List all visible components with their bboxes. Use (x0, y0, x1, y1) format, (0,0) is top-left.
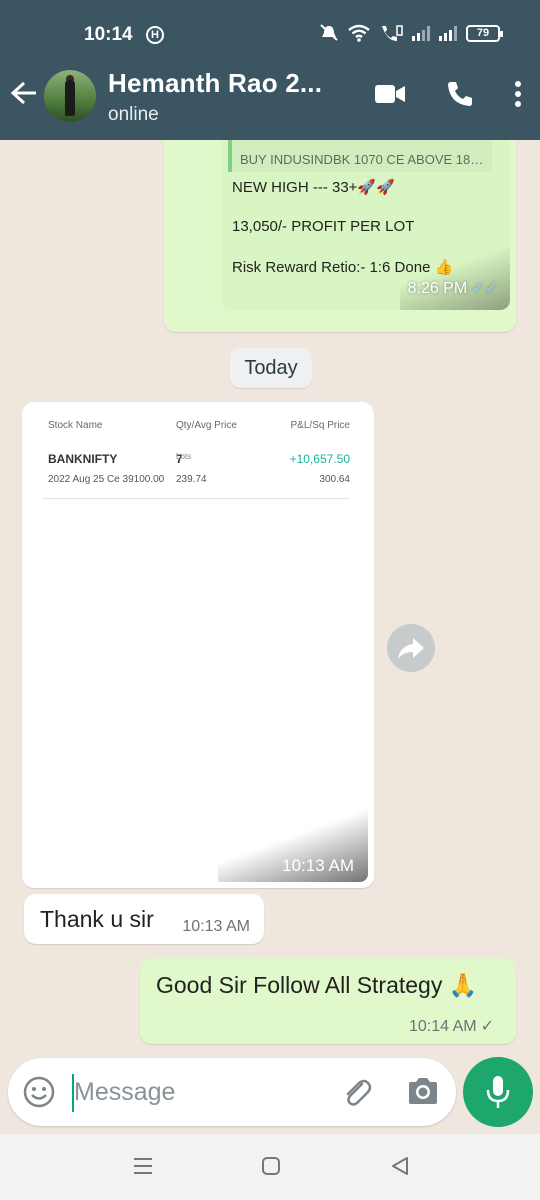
chat-area[interactable]: STOCK OPTION CALL BUY INDUSINDBK 1070 CE… (0, 140, 540, 1055)
voice-record-button[interactable] (463, 1057, 533, 1127)
message-line: NEW HIGH --- 33+🚀🚀 (232, 179, 395, 196)
status-icons: 79 (319, 24, 503, 42)
more-options-icon[interactable] (514, 81, 522, 107)
recent-apps-icon[interactable] (132, 1156, 154, 1181)
mute-icon (320, 24, 338, 41)
home-icon[interactable] (261, 1156, 281, 1181)
forward-button[interactable] (387, 624, 435, 672)
message-line: 13,050/- PROFIT PER LOT (232, 218, 415, 235)
status-time: 10:14 (84, 24, 133, 45)
message-text: Thank u sir (40, 906, 154, 932)
image-message-bubble[interactable]: Stock Name Qty/Avg Price P&L/Sq Price BA… (22, 402, 374, 888)
message-time: 8:26 PM ✓✓ (407, 280, 498, 297)
back-arrow-icon[interactable] (10, 80, 38, 112)
top-bar: 10:14 H 79 Hemanth Rao 2... online (0, 0, 540, 140)
system-navigation-bar (0, 1134, 540, 1200)
signal-icon (412, 25, 430, 41)
contact-status: online (108, 104, 159, 125)
voice-call-icon[interactable] (446, 80, 474, 108)
hd-icon: H (146, 26, 164, 44)
incoming-message-bubble[interactable]: Thank u sir 10:13 AM (24, 894, 264, 944)
microphone-icon (486, 1076, 510, 1108)
previous-message-bubble[interactable]: STOCK OPTION CALL BUY INDUSINDBK 1070 CE… (164, 140, 516, 332)
chat-header: Hemanth Rao 2... online (0, 62, 540, 132)
single-tick-icon: ✓ (480, 1018, 494, 1035)
video-call-icon[interactable] (374, 83, 406, 105)
message-input[interactable] (74, 1072, 324, 1112)
wifi-icon (348, 24, 370, 42)
emoji-icon[interactable] (22, 1075, 56, 1114)
message-time: 10:14 AM ✓ (408, 1018, 494, 1035)
quoted-reply[interactable]: STOCK OPTION CALL BUY INDUSINDBK 1070 CE… (228, 140, 492, 172)
message-time: 10:13 AM (282, 856, 354, 875)
double-tick-icon: ✓✓ (471, 280, 498, 297)
call-volte-icon (382, 25, 403, 41)
outgoing-message-bubble[interactable]: Good Sir Follow All Strategy 🙏 10:14 AM ✓ (140, 958, 516, 1044)
camera-icon[interactable] (406, 1076, 440, 1111)
message-time: 10:13 AM (182, 918, 250, 935)
contact-name[interactable]: Hemanth Rao 2... (108, 68, 322, 99)
attach-icon[interactable] (340, 1076, 374, 1115)
battery-icon: 79 (466, 24, 503, 42)
image-attachment[interactable]: Stock Name Qty/Avg Price P&L/Sq Price BA… (28, 408, 368, 882)
date-divider: Today (230, 348, 312, 388)
avatar[interactable] (44, 70, 96, 122)
forward-icon (398, 638, 424, 659)
signal-icon (439, 25, 457, 41)
status-bar: 10:14 H 79 (0, 22, 540, 52)
back-nav-icon[interactable] (390, 1156, 410, 1181)
message-composer (8, 1058, 456, 1126)
message-text: Good Sir Follow All Strategy 🙏 (156, 972, 478, 998)
